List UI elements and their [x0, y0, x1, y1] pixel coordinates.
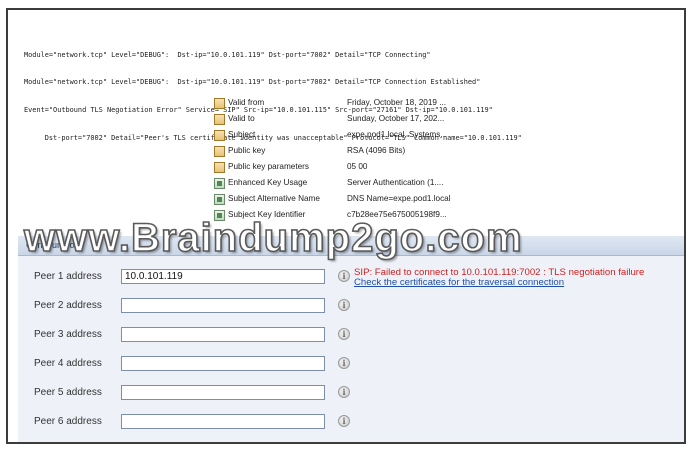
- cert-field-label: Subject Alternative Name: [228, 194, 320, 203]
- cert-field-value: 05 00: [347, 162, 368, 171]
- cert-field-label: Enhanced Key Usage: [228, 178, 308, 187]
- peer-5-address-input[interactable]: [121, 385, 325, 400]
- check-certificates-link[interactable]: Check the certificates for the traversal…: [354, 277, 564, 288]
- cert-field-value: expe.pod1.local, Systems...: [347, 130, 448, 139]
- peer-2-label: Peer 2 address: [34, 300, 102, 311]
- screenshot-frame: Module="network.tcp" Level="DEBUG": Dst-…: [6, 8, 686, 444]
- peer-1-address-input[interactable]: [121, 269, 325, 284]
- cert-extension-icon: [214, 194, 225, 205]
- info-icon[interactable]: i: [338, 386, 350, 398]
- cert-field-icon: [214, 146, 225, 157]
- cert-row-subject-alternative-name[interactable]: Subject Alternative Name DNS Name=expe.p…: [214, 191, 494, 207]
- peer-5-label: Peer 5 address: [34, 387, 102, 398]
- cert-field-value: Friday, October 18, 2019 ...: [347, 98, 447, 107]
- cert-row-public-key[interactable]: Public key RSA (4096 Bits): [214, 143, 494, 159]
- peer-6-label: Peer 6 address: [34, 416, 102, 427]
- info-icon[interactable]: i: [338, 299, 350, 311]
- info-icon[interactable]: i: [338, 415, 350, 427]
- peer-3-label: Peer 3 address: [34, 329, 102, 340]
- cert-field-icon: [214, 98, 225, 109]
- cert-row-subject[interactable]: Subject expe.pod1.local, Systems...: [214, 127, 494, 143]
- log-line: Module="network.tcp" Level="DEBUG": Dst-…: [24, 78, 481, 87]
- cert-field-label: Public key: [228, 146, 266, 155]
- info-icon[interactable]: i: [338, 357, 350, 369]
- watermark: www.Braindump2go.com: [23, 215, 523, 261]
- log-line: Module="network.tcp" Level="DEBUG": Dst-…: [24, 50, 431, 59]
- configuration-panel: Configuration Peer 1 address i Peer 2 ad…: [18, 236, 684, 442]
- cert-field-value: Sunday, October 17, 202...: [347, 114, 445, 123]
- cert-row-valid-from[interactable]: Valid from Friday, October 18, 2019 ...: [214, 95, 494, 111]
- cert-row-public-key-parameters[interactable]: Public key parameters 05 00: [214, 159, 494, 175]
- cert-field-label: Valid from: [228, 98, 265, 107]
- cert-field-label: Public key parameters: [228, 162, 309, 171]
- peer-6-address-input[interactable]: [121, 414, 325, 429]
- cert-field-value: RSA (4096 Bits): [347, 146, 406, 155]
- peer-1-label: Peer 1 address: [34, 271, 102, 282]
- cert-field-icon: [214, 130, 225, 141]
- cert-field-value: Server Authentication (1....: [347, 178, 444, 187]
- peer-2-address-input[interactable]: [121, 298, 325, 313]
- cert-row-valid-to[interactable]: Valid to Sunday, October 17, 202...: [214, 111, 494, 127]
- cert-field-icon: [214, 162, 225, 173]
- peer-3-address-input[interactable]: [121, 327, 325, 342]
- info-icon[interactable]: i: [338, 328, 350, 340]
- certificate-details: Valid from Friday, October 18, 2019 ... …: [214, 95, 494, 223]
- cert-field-value: DNS Name=expe.pod1.local: [347, 194, 451, 203]
- cert-field-label: Valid to: [228, 114, 255, 123]
- cert-field-icon: [214, 114, 225, 125]
- peer-4-label: Peer 4 address: [34, 358, 102, 369]
- cert-field-label: Subject: [228, 130, 256, 139]
- cert-row-enhanced-key-usage[interactable]: Enhanced Key Usage Server Authentication…: [214, 175, 494, 191]
- info-icon[interactable]: i: [338, 270, 350, 282]
- cert-extension-icon: [214, 178, 225, 189]
- peer-4-address-input[interactable]: [121, 356, 325, 371]
